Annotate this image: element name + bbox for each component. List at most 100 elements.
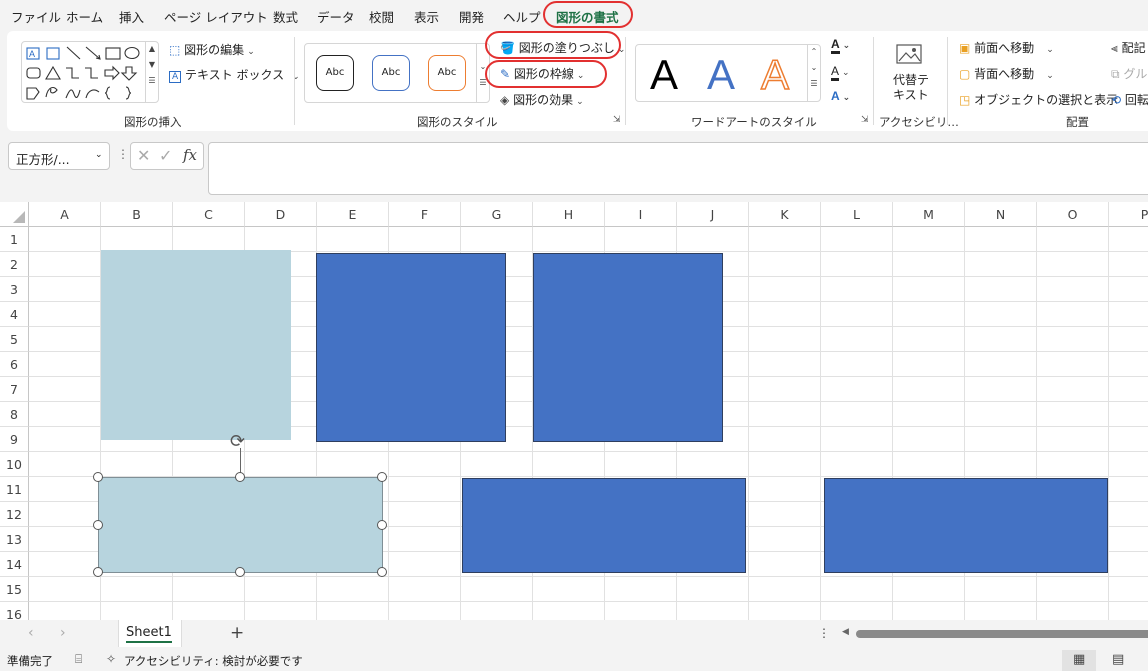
column-header[interactable]: D: [245, 202, 317, 227]
resize-handle-n[interactable]: [235, 472, 245, 482]
row-header[interactable]: 2: [0, 252, 29, 277]
column-header[interactable]: M: [893, 202, 965, 227]
shape-square-blue-1[interactable]: [316, 253, 506, 442]
add-sheet-button[interactable]: +: [230, 623, 244, 643]
accessibility-status[interactable]: アクセシビリティ: 検討が必要です: [124, 653, 303, 669]
tab-view[interactable]: 表示: [414, 7, 439, 26]
worksheet-grid[interactable]: ABCDEFGHIJKLMNOP 1 2 3 4 5 6 7 8 9 10 11 12 13 14 15 16…: [0, 202, 1148, 620]
more-icon[interactable]: ☰: [146, 73, 158, 89]
style-gallery-scroll[interactable]: ⌄ ☰: [476, 43, 489, 103]
column-header[interactable]: F: [389, 202, 461, 227]
row-header[interactable]: 3: [0, 277, 29, 302]
shape-rectangle-blue-1[interactable]: [462, 478, 746, 573]
page-layout-view-icon[interactable]: ▤: [1112, 652, 1124, 667]
shape-square-blue-2[interactable]: [533, 253, 723, 442]
column-header[interactable]: P: [1109, 202, 1148, 227]
select-all-button[interactable]: [0, 202, 29, 227]
column-header[interactable]: B: [101, 202, 173, 227]
tab-formulas[interactable]: 数式: [273, 7, 298, 26]
tab-review[interactable]: 校閲: [369, 7, 394, 26]
column-header[interactable]: G: [461, 202, 533, 227]
dialog-launcher-icon[interactable]: ⇲: [861, 115, 869, 125]
column-header[interactable]: E: [317, 202, 389, 227]
cancel-icon[interactable]: ✕: [137, 146, 150, 165]
row-header[interactable]: 14: [0, 552, 29, 577]
tab-developer[interactable]: 開発: [459, 7, 484, 26]
wordart-gallery-scroll[interactable]: ⌃ ⌄ ☰: [807, 44, 820, 102]
tab-page-layout[interactable]: ページ レイアウト: [164, 7, 268, 26]
resize-handle-s[interactable]: [235, 567, 245, 577]
enter-icon[interactable]: ✓: [159, 146, 172, 165]
text-effects-button[interactable]: A ⌄: [831, 89, 850, 103]
column-header[interactable]: H: [533, 202, 605, 227]
edit-shape-button[interactable]: ⬚ 図形の編集 ⌄: [169, 41, 255, 58]
column-header[interactable]: N: [965, 202, 1037, 227]
group-button[interactable]: ⧉ グル: [1111, 65, 1147, 82]
rotate-button[interactable]: ⟲ 回転: [1111, 91, 1148, 108]
text-box-button[interactable]: A テキスト ボックス ⌄: [169, 66, 300, 83]
shape-fill-button[interactable]: 🪣 図形の塗りつぶし ⌄: [500, 39, 625, 56]
shape-effects-button[interactable]: ◈ 図形の効果 ⌄: [500, 91, 584, 108]
horizontal-scrollbar[interactable]: [856, 630, 1148, 638]
tab-file[interactable]: ファイル: [11, 7, 61, 26]
dialog-launcher-icon[interactable]: ⇲: [613, 115, 621, 125]
shape-rectangle-selected[interactable]: [98, 477, 383, 573]
row-header[interactable]: 7: [0, 377, 29, 402]
row-header[interactable]: 16: [0, 602, 29, 620]
scroll-left-icon[interactable]: ‹: [28, 625, 34, 641]
resize-handle-sw[interactable]: [93, 567, 103, 577]
scroll-left-icon[interactable]: ◀: [842, 627, 849, 637]
row-header[interactable]: 4: [0, 302, 29, 327]
row-header[interactable]: 15: [0, 577, 29, 602]
wordart-orange-outline[interactable]: A: [760, 52, 790, 98]
scroll-down-icon[interactable]: ▼: [146, 57, 158, 73]
name-box[interactable]: 正方形/... ⌄: [8, 142, 110, 170]
shape-square-light[interactable]: [101, 250, 291, 440]
macro-record-icon[interactable]: ⌸: [75, 652, 82, 667]
style-preset-1[interactable]: Abc: [316, 55, 354, 91]
row-header[interactable]: 12: [0, 502, 29, 527]
resize-handle-nw[interactable]: [93, 472, 103, 482]
shape-gallery[interactable]: A: [21, 41, 159, 103]
scroll-right-icon[interactable]: ›: [60, 625, 66, 641]
align-button[interactable]: ⫷ 配記: [1111, 39, 1146, 56]
scroll-down-icon[interactable]: ⌄: [808, 60, 820, 76]
wordart-blue[interactable]: A: [707, 53, 735, 97]
tab-home[interactable]: ホーム: [66, 7, 103, 26]
row-header[interactable]: 1: [0, 227, 29, 252]
shape-outline-button[interactable]: ✎ 図形の枠線 ⌄: [500, 65, 584, 82]
column-header[interactable]: C: [173, 202, 245, 227]
tab-data[interactable]: データ: [317, 7, 355, 26]
tab-split-handle[interactable]: ⋮: [818, 626, 830, 640]
more-options-icon[interactable]: ⋮: [117, 147, 129, 161]
bring-forward-button[interactable]: ▣ 前面へ移動 ⌄: [959, 39, 1054, 56]
formula-input[interactable]: [208, 142, 1148, 195]
column-header[interactable]: I: [605, 202, 677, 227]
tab-insert[interactable]: 挿入: [119, 7, 144, 26]
more-icon[interactable]: ☰: [477, 75, 489, 91]
chevron-down-icon[interactable]: ⌄: [95, 150, 103, 160]
row-header[interactable]: 9: [0, 427, 29, 452]
style-preset-2[interactable]: Abc: [372, 55, 410, 91]
column-header[interactable]: O: [1037, 202, 1109, 227]
scroll-down-icon[interactable]: ⌄: [477, 59, 489, 75]
row-header[interactable]: 11: [0, 477, 29, 502]
send-backward-button[interactable]: ▢ 背面へ移動 ⌄: [959, 65, 1054, 82]
resize-handle-se[interactable]: [377, 567, 387, 577]
wordart-black[interactable]: A: [650, 53, 678, 97]
row-header[interactable]: 13: [0, 527, 29, 552]
row-header[interactable]: 8: [0, 402, 29, 427]
resize-handle-w[interactable]: [93, 520, 103, 530]
normal-view-button[interactable]: ▦: [1062, 650, 1096, 671]
shape-gallery-scroll[interactable]: ▲ ▼ ☰: [145, 41, 158, 103]
row-header[interactable]: 5: [0, 327, 29, 352]
style-preset-3[interactable]: Abc: [428, 55, 466, 91]
row-header[interactable]: 10: [0, 452, 29, 477]
shape-rectangle-blue-2[interactable]: [824, 478, 1108, 573]
scroll-up-icon[interactable]: ▲: [146, 41, 158, 57]
selection-pane-button[interactable]: ◳ オブジェクトの選択と表示: [959, 91, 1118, 108]
resize-handle-e[interactable]: [377, 520, 387, 530]
sheet-tab-active[interactable]: Sheet1: [118, 620, 182, 647]
insert-function-button[interactable]: fx: [183, 146, 197, 164]
resize-handle-ne[interactable]: [377, 472, 387, 482]
